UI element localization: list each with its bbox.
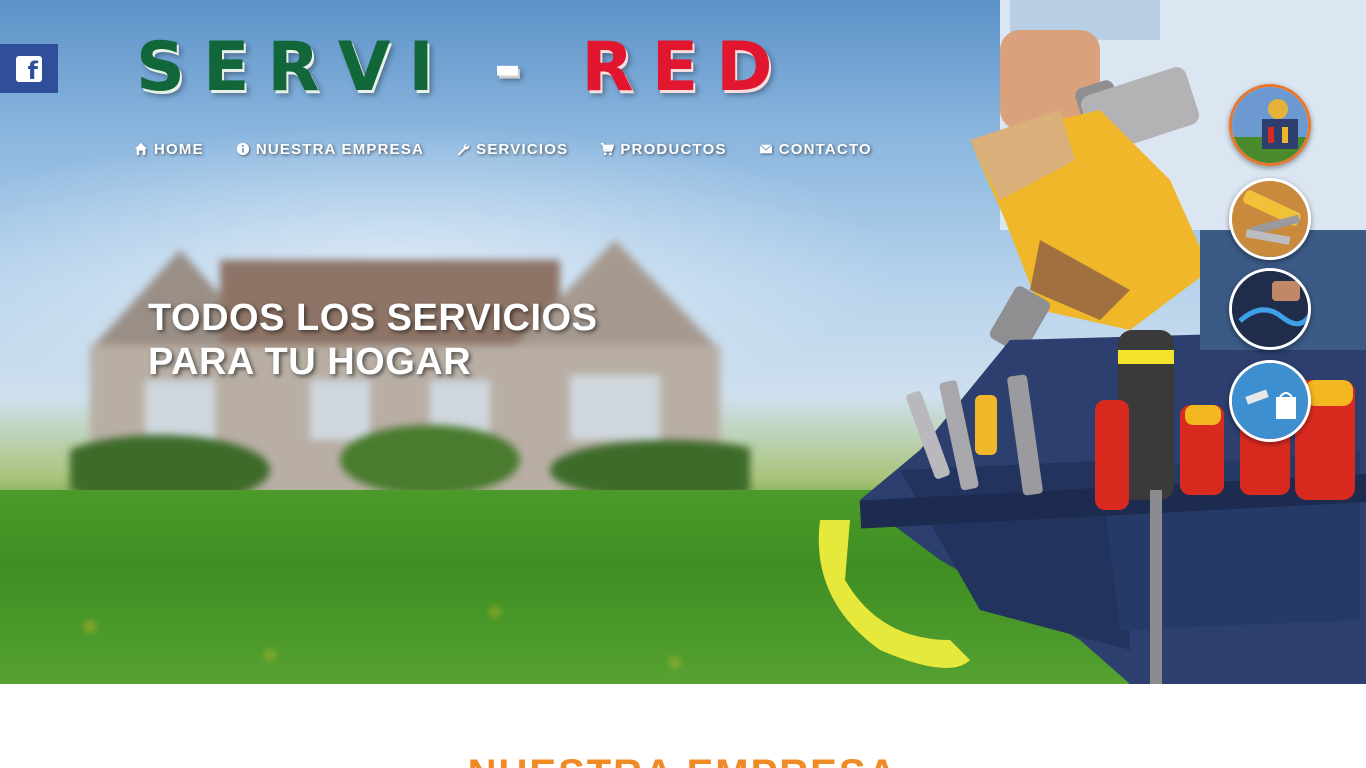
- cart-icon: [601, 142, 615, 156]
- slider-thumb-4[interactable]: [1229, 360, 1311, 442]
- nav-item-nuestra-empresa[interactable]: NUESTRA EMPRESA: [236, 138, 424, 160]
- lawn-flowers: [0, 540, 900, 684]
- facebook-button[interactable]: f: [0, 44, 58, 93]
- slider-thumbnails: [1229, 84, 1313, 444]
- shopping-thumbnail: [1232, 363, 1308, 439]
- logo-dash: -: [493, 28, 540, 107]
- nav-item-productos[interactable]: PRODUCTOS: [600, 138, 726, 160]
- nav-item-label: PRODUCTOS: [620, 140, 727, 158]
- nav-item-label: CONTACTO: [778, 140, 872, 158]
- logo-red: RED: [581, 28, 791, 107]
- worker-tools-thumbnail: [1232, 87, 1308, 163]
- hero-banner: f SERVI - RED HOME NUESTRA EMPRESA SERVI…: [0, 0, 1366, 684]
- tool-belt-thumbnail: [1232, 181, 1308, 257]
- nav-item-servicios[interactable]: SERVICIOS: [456, 138, 568, 160]
- logo-servi: SERVI: [136, 28, 452, 107]
- electronics-thumbnail: [1232, 271, 1308, 347]
- nav-item-label: HOME: [154, 140, 204, 158]
- nav-item-label: NUESTRA EMPRESA: [255, 140, 425, 158]
- home-icon: [134, 142, 148, 156]
- envelope-icon: [759, 144, 773, 154]
- info-icon: [236, 142, 249, 156]
- facebook-icon: f: [16, 55, 42, 82]
- hero-headline: TODOS LOS SERVICIOS PARA TU HOGAR: [148, 296, 708, 384]
- main-nav: HOME NUESTRA EMPRESA SERVICIOS PRODUCTOS…: [134, 138, 872, 160]
- headline-line-2: PARA TU HOGAR: [148, 341, 472, 383]
- nav-item-home[interactable]: HOME: [134, 138, 204, 160]
- slider-thumb-3[interactable]: [1229, 268, 1311, 350]
- nav-item-label: SERVICIOS: [476, 140, 569, 158]
- nav-item-contacto[interactable]: CONTACTO: [759, 138, 872, 160]
- wrench-icon: [457, 143, 470, 156]
- headline-line-1: TODOS LOS SERVICIOS: [148, 297, 598, 339]
- section-title: NUESTRA EMPRESA: [0, 754, 1366, 768]
- site-logo[interactable]: SERVI - RED: [136, 30, 791, 106]
- slider-thumb-1[interactable]: [1229, 84, 1311, 166]
- slider-thumb-2[interactable]: [1229, 178, 1311, 260]
